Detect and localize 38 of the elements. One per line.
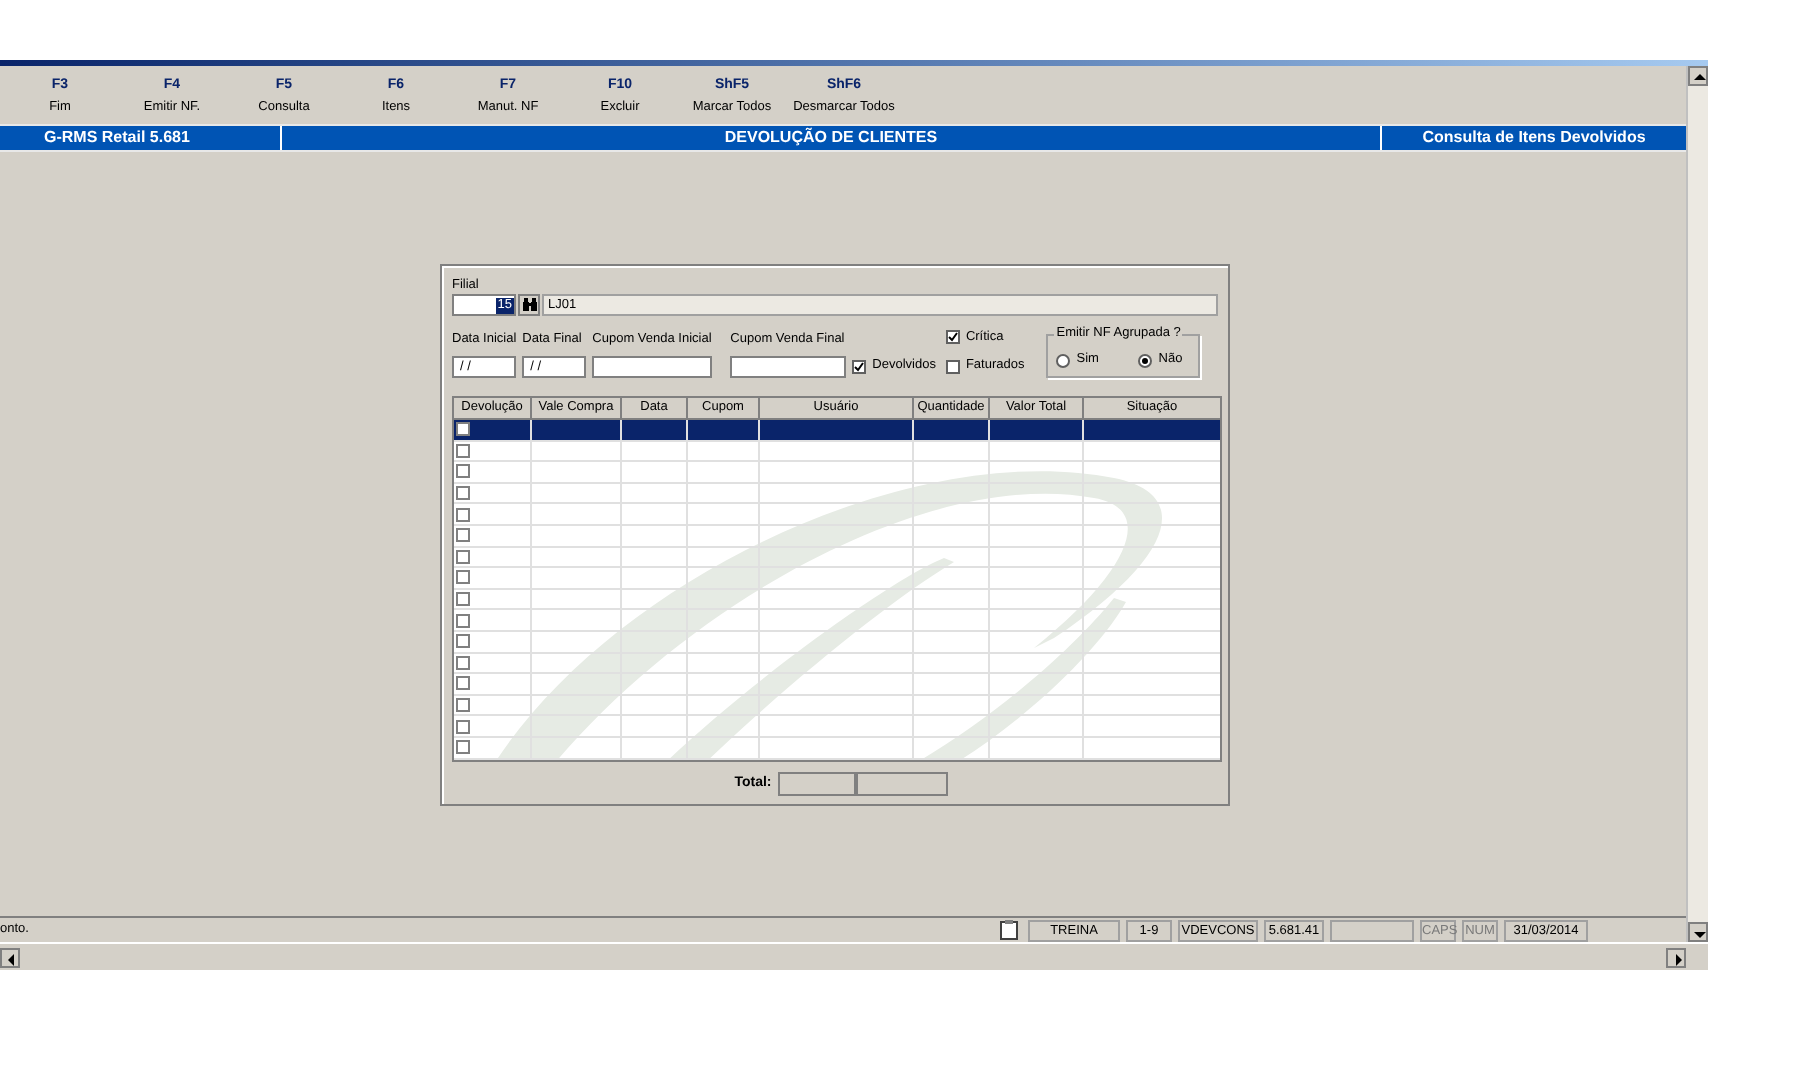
total-field [855, 772, 948, 796]
checkbox[interactable] [456, 613, 470, 628]
scroll-left-icon[interactable] [0, 947, 20, 967]
selected-row[interactable] [454, 420, 1220, 442]
checkbox[interactable] [456, 422, 470, 437]
binoculars-icon[interactable] [518, 294, 540, 316]
screen-title: Consulta de Itens Devolvidos [1420, 126, 1648, 150]
checkbox[interactable] [456, 443, 470, 458]
status-panel-empty [1330, 919, 1414, 941]
checkbox[interactable] [456, 698, 470, 713]
checkbox[interactable] [456, 507, 470, 522]
horizontal-scrollbar[interactable] [0, 942, 1708, 970]
clipboard-icon[interactable] [994, 919, 1022, 941]
checkbox[interactable] [456, 486, 470, 501]
checkbox[interactable] [456, 634, 470, 649]
checkbox[interactable] [456, 740, 470, 755]
checkbox[interactable] [456, 549, 470, 564]
checkbox[interactable] [852, 359, 867, 374]
window-title: DEVOLUÇÃO DE CLIENTES [282, 126, 1382, 150]
total-field [777, 772, 856, 796]
scroll-down-icon[interactable] [1688, 922, 1708, 942]
vertical-scrollbar[interactable] [1686, 66, 1708, 942]
checkbox[interactable] [456, 655, 470, 670]
input-field[interactable] [592, 356, 713, 378]
checkbox[interactable] [456, 528, 470, 543]
checkbox[interactable] [945, 329, 960, 344]
checkbox[interactable] [456, 676, 470, 691]
input-field[interactable] [730, 356, 847, 378]
checkbox[interactable] [945, 359, 960, 374]
scroll-right-icon[interactable] [1666, 947, 1686, 967]
radio-button[interactable] [1056, 353, 1071, 368]
radio-button[interactable] [1138, 353, 1153, 368]
app-version: G-RMS Retail 5.681 [0, 126, 282, 150]
scroll-up-icon[interactable] [1688, 66, 1708, 86]
checkbox[interactable] [456, 592, 470, 607]
checkbox[interactable] [456, 464, 470, 479]
checkbox[interactable] [456, 719, 470, 734]
checkbox[interactable] [456, 570, 470, 585]
